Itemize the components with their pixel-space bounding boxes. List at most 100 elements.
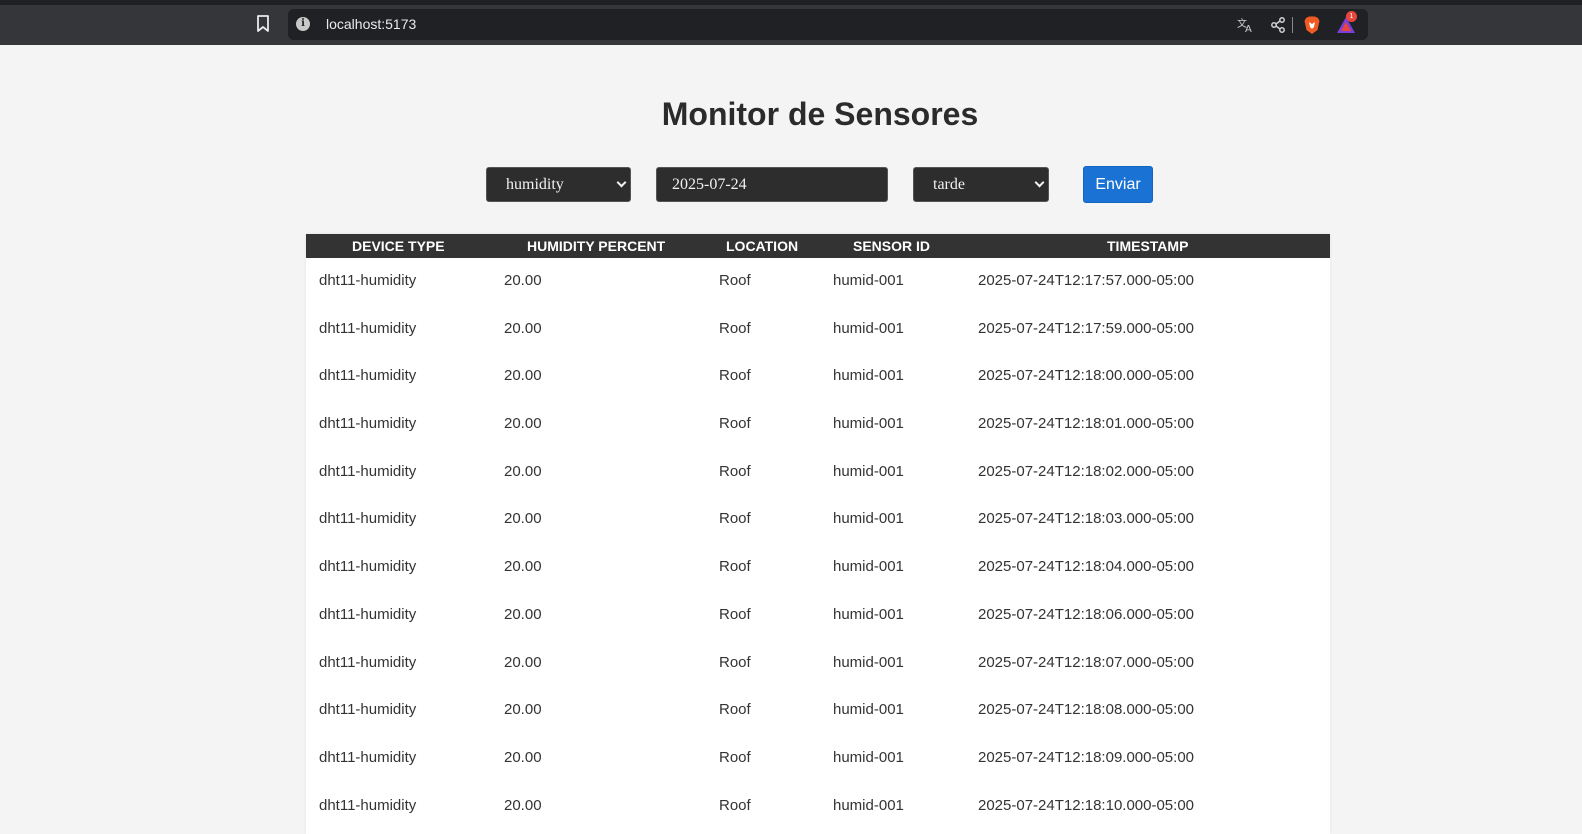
date-input[interactable]: 2025-07-24: [656, 167, 888, 202]
site-info-icon[interactable]: i: [296, 17, 310, 31]
bookmark-icon[interactable]: [256, 15, 270, 33]
table-cell: humid-001: [833, 462, 904, 480]
table-cell: 2025-07-24T12:18:07.000-05:00: [978, 653, 1195, 671]
table-cell: 2025-07-24T12:18:04.000-05:00: [978, 558, 1195, 576]
page-title: Monitor de Sensores: [661, 96, 979, 132]
share-icon[interactable]: [1268, 15, 1288, 35]
table-cell: 2025-07-24T12:18:08.000-05:00: [978, 701, 1195, 719]
sensor-type-value: humidity: [506, 176, 564, 193]
table-cell: 2025-07-24T12:18:02.000-05:00: [978, 462, 1195, 480]
table-cell: dht11-humidity: [319, 367, 417, 385]
table-cell: 20.00: [504, 510, 542, 528]
chevron-down-icon: [1034, 177, 1045, 188]
table-row: dht11-humidity 20.00 Roof humid-001 2025-07-…: [306, 544, 1330, 592]
table-cell: Roof: [719, 748, 751, 766]
table-cell: 2025-07-24T12:17:57.000-05:00: [978, 272, 1195, 289]
table-row: dht11-humidity 20.00 Roof humid-001 2025-07-…: [306, 353, 1330, 401]
table-cell: dht11-humidity: [319, 558, 417, 576]
table-cell: Roof: [719, 462, 751, 480]
table-cell: Roof: [719, 367, 751, 385]
date-value: 2025-07-24: [672, 176, 747, 193]
table-cell: 20.00: [504, 367, 542, 385]
table-row: dht11-humidity 20.00 Roof humid-001 2025-07-…: [306, 496, 1330, 544]
table-cell: 20.00: [504, 701, 542, 719]
table-cell: dht11-humidity: [319, 605, 417, 623]
table-row: dht11-humidity 20.00 Roof humid-001 2025-07-…: [306, 687, 1330, 735]
table-cell: humid-001: [833, 701, 904, 719]
table-row: dht11-humidity 20.00 Roof humid-001 2025-07-…: [306, 640, 1330, 688]
table-cell: Roof: [719, 796, 751, 814]
table-row: dht11-humidity 20.00 Roof humid-001 2025-07-…: [306, 449, 1330, 497]
table-cell: Roof: [719, 653, 751, 671]
table-cell: 2025-07-24T12:18:03.000-05:00: [978, 510, 1195, 528]
table-cell: humid-001: [833, 510, 904, 528]
table-row: dht11-humidity 20.00 Roof humid-001 2025-07-…: [306, 306, 1330, 354]
url-text[interactable]: localhost:5173: [326, 16, 416, 32]
table-cell: humid-001: [833, 415, 904, 433]
table-header: DEVICE TYPE HUMIDITY PERCENT LOCATION SE…: [306, 234, 1330, 258]
toolbar-separator: [1292, 17, 1293, 33]
table-cell: 2025-07-24T12:18:09.000-05:00: [978, 748, 1195, 766]
table-cell: humid-001: [833, 367, 904, 385]
table-body: dht11-humidity 20.00 Roof humid-001 2025-07-…: [306, 258, 1330, 830]
svg-text:A: A: [1245, 24, 1252, 35]
table-cell: humid-001: [833, 558, 904, 576]
table-cell: 2025-07-24T12:18:00.000-05:00: [978, 367, 1195, 385]
browser-toolbar: i localhost:5173 文 A 1: [0, 0, 1582, 45]
table-cell: Roof: [719, 701, 751, 719]
table-cell: 2025-07-24T12:18:01.000-05:00: [978, 415, 1195, 433]
table-row: dht11-humidity 20.00 Roof humid-001 2025-07-…: [306, 592, 1330, 640]
column-header: DEVICE TYPE: [352, 238, 445, 254]
table-cell: 2025-07-24T12:18:06.000-05:00: [978, 605, 1195, 623]
table-cell: dht11-humidity: [319, 796, 417, 814]
brave-rewards-icon[interactable]: 1: [1336, 11, 1357, 35]
table-cell: Roof: [719, 415, 751, 433]
address-bar[interactable]: i localhost:5173 文 A 1: [288, 9, 1368, 40]
table-cell: Roof: [719, 605, 751, 623]
period-select[interactable]: tarde: [913, 167, 1049, 202]
chevron-down-icon: [616, 177, 627, 188]
table-row: dht11-humidity 20.00 Roof humid-001 2025-07-…: [306, 401, 1330, 449]
sensor-table: DEVICE TYPE HUMIDITY PERCENT LOCATION SE…: [306, 234, 1330, 834]
table-row: dht11-humidity 20.00 Roof humid-001 2025-07-…: [306, 735, 1330, 783]
table-cell: 20.00: [504, 462, 542, 480]
table-cell: dht11-humidity: [319, 272, 417, 289]
table-cell: Roof: [719, 558, 751, 576]
table-cell: 2025-07-24T12:18:10.000-05:00: [978, 796, 1195, 814]
table-cell: dht11-humidity: [319, 462, 417, 480]
table-cell: 20.00: [504, 558, 542, 576]
brave-shields-icon[interactable]: [1302, 15, 1322, 35]
table-cell: dht11-humidity: [319, 653, 417, 671]
table-cell: humid-001: [833, 605, 904, 623]
table-cell: humid-001: [833, 748, 904, 766]
table-cell: 20.00: [504, 796, 542, 814]
column-header: TIMESTAMP: [1107, 238, 1189, 254]
column-header: HUMIDITY PERCENT: [527, 238, 666, 254]
send-button[interactable]: Enviar: [1083, 166, 1153, 203]
notification-badge: 1: [1346, 11, 1357, 22]
table-cell: 20.00: [504, 653, 542, 671]
table-cell: humid-001: [833, 319, 904, 337]
table-cell: 2025-07-24T12:17:59.000-05:00: [978, 319, 1195, 337]
table-cell: dht11-humidity: [319, 748, 417, 766]
table-cell: 20.00: [504, 319, 542, 337]
table-cell: humid-001: [833, 796, 904, 814]
table-cell: dht11-humidity: [319, 701, 417, 719]
table-row: dht11-humidity 20.00 Roof humid-001 2025-07-…: [306, 258, 1330, 306]
sensor-type-select[interactable]: humidity: [486, 167, 631, 202]
table-cell: humid-001: [833, 272, 904, 289]
table-row: dht11-humidity 20.00 Roof humid-001 2025-07-…: [306, 783, 1330, 831]
table-cell: humid-001: [833, 653, 904, 671]
table-cell: 20.00: [504, 415, 542, 433]
column-header: LOCATION: [726, 238, 799, 254]
table-cell: 20.00: [504, 272, 542, 289]
table-cell: dht11-humidity: [319, 510, 417, 528]
table-cell: dht11-humidity: [319, 319, 417, 337]
period-value: tarde: [933, 176, 965, 193]
translate-icon[interactable]: 文 A: [1236, 15, 1256, 35]
table-cell: 20.00: [504, 748, 542, 766]
table-cell: 20.00: [504, 605, 542, 623]
table-cell: Roof: [719, 319, 751, 337]
table-cell: Roof: [719, 510, 751, 528]
table-cell: Roof: [719, 272, 751, 289]
